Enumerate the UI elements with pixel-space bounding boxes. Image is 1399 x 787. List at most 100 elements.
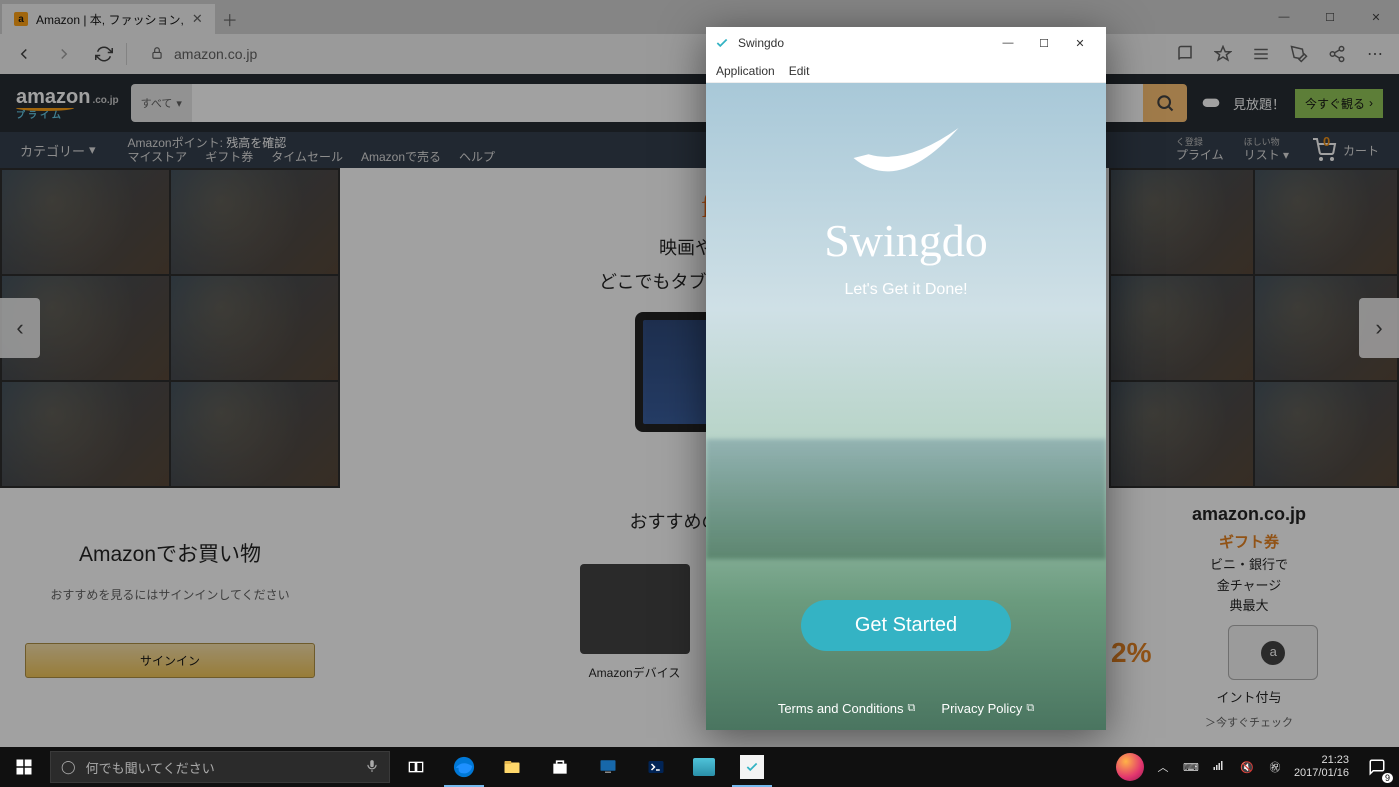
- nav-forward-button[interactable]: [46, 36, 82, 72]
- mic-icon[interactable]: [365, 759, 379, 776]
- subnav-gift[interactable]: ギフト券: [205, 150, 253, 164]
- new-tab-button[interactable]: ＋: [215, 4, 245, 34]
- menu-application[interactable]: Application: [716, 64, 775, 78]
- search-submit-button[interactable]: [1143, 84, 1187, 122]
- movie-tile[interactable]: [171, 276, 338, 380]
- cortana-icon: ◯: [61, 759, 76, 775]
- amazon-sub-nav: カテゴリー ▾ Amazonポイント: 残高を確認 マイストア ギフト券 タイム…: [0, 132, 1399, 168]
- subnav-sell[interactable]: Amazonで売る: [361, 150, 441, 164]
- external-link-icon: ⧉: [908, 702, 916, 715]
- edge-tab-strip: a Amazon | 本, ファッション, ✕ ＋ — ☐ ✕: [0, 0, 1399, 34]
- action-center-button[interactable]: 9: [1355, 747, 1399, 787]
- webnote-button[interactable]: [1281, 36, 1317, 72]
- terms-link[interactable]: Terms and Conditions ⧉: [778, 701, 916, 716]
- edge-minimize-button[interactable]: —: [1261, 0, 1307, 34]
- signin-title: Amazonでお買い物: [20, 538, 320, 568]
- swingdo-window: Swingdo — ☐ ✕ Application Edit Swingdo L…: [706, 27, 1106, 730]
- favorite-button[interactable]: [1205, 36, 1241, 72]
- lock-icon: [150, 46, 164, 63]
- category-thumb: [580, 564, 690, 654]
- movie-tile[interactable]: [171, 382, 338, 486]
- taskbar-explorer-icon[interactable]: [488, 747, 536, 787]
- amazon-promo: 見放題！ 今すぐ観る ›: [1199, 89, 1383, 118]
- taskbar-apps: [392, 747, 776, 787]
- notification-badge: 9: [1382, 773, 1393, 783]
- swingdo-titlebar[interactable]: Swingdo — ☐ ✕: [706, 27, 1106, 59]
- chevron-right-icon: ›: [1369, 96, 1373, 110]
- hero-tiles-right: [1109, 168, 1399, 488]
- search-category-dropdown[interactable]: すべて ▾: [131, 84, 192, 122]
- user-avatar-icon[interactable]: [1116, 753, 1144, 781]
- tray-clock[interactable]: 21:23 2017/01/16: [1294, 754, 1349, 779]
- more-button[interactable]: ⋯: [1357, 36, 1393, 72]
- points-check-link[interactable]: 残高を確認: [226, 136, 286, 150]
- movie-tile[interactable]: [2, 170, 169, 274]
- tab-title: Amazon | 本, ファッション,: [36, 11, 184, 28]
- taskbar-app1-icon[interactable]: [584, 747, 632, 787]
- movie-tile[interactable]: [1255, 170, 1397, 274]
- swingdo-tagline: Let's Get it Done!: [844, 281, 967, 299]
- movie-tile[interactable]: [2, 382, 169, 486]
- category-menu[interactable]: カテゴリー ▾: [20, 141, 96, 160]
- swingdo-minimize-button[interactable]: —: [990, 29, 1026, 57]
- edge-toolbar: amazon.co.jp ⋯: [0, 34, 1399, 74]
- category-item-devices[interactable]: Amazonデバイス: [580, 564, 690, 681]
- tab-close-icon[interactable]: ✕: [192, 11, 203, 27]
- movie-tile[interactable]: [1255, 382, 1397, 486]
- taskbar-app2-icon[interactable]: [680, 747, 728, 787]
- taskbar-store-icon[interactable]: [536, 747, 584, 787]
- swingdo-title: Swingdo: [738, 36, 784, 50]
- amazon-top-nav: amazon.co.jp プライム すべて ▾ 見放題！ 今すぐ観る ›: [0, 74, 1399, 132]
- chevron-down-icon: ▾: [176, 97, 182, 110]
- tray-chevron-icon[interactable]: ︿: [1154, 759, 1172, 775]
- promo-cta-button[interactable]: 今すぐ観る ›: [1295, 89, 1383, 118]
- hero-next-button[interactable]: ›: [1359, 298, 1399, 358]
- gift-check-link[interactable]: ＞今すぐチェック: [1205, 715, 1293, 733]
- subnav-help[interactable]: ヘルプ: [459, 150, 495, 164]
- movie-tile[interactable]: [171, 170, 338, 274]
- swingdo-close-button[interactable]: ✕: [1062, 29, 1098, 57]
- swingdo-maximize-button[interactable]: ☐: [1026, 29, 1062, 57]
- tray-network-icon[interactable]: [1210, 760, 1228, 775]
- swingdo-welcome: Swingdo Let's Get it Done! Get Started T…: [706, 83, 1106, 730]
- hero-tiles-left: [0, 168, 340, 488]
- amazon-logo[interactable]: amazon.co.jp プライム: [16, 87, 119, 120]
- subnav-mystore[interactable]: マイストア: [128, 150, 188, 164]
- get-started-button[interactable]: Get Started: [801, 600, 1011, 651]
- hub-button[interactable]: [1243, 36, 1279, 72]
- tray-keyboard-icon[interactable]: ⌨: [1182, 761, 1200, 774]
- hero-prev-button[interactable]: ‹: [0, 298, 40, 358]
- cortana-search[interactable]: ◯ 何でも聞いてください: [50, 751, 390, 783]
- nav-refresh-button[interactable]: [86, 36, 122, 72]
- reading-view-button[interactable]: [1167, 36, 1203, 72]
- taskbar-powershell-icon[interactable]: [632, 747, 680, 787]
- cart-button[interactable]: 0 カート: [1309, 138, 1379, 162]
- edge-maximize-button[interactable]: ☐: [1307, 0, 1353, 34]
- amazon-below-fold: Amazonでお買い物 おすすめを見るにはサインインしてください サインイン お…: [0, 488, 1399, 747]
- menu-edit[interactable]: Edit: [789, 64, 810, 78]
- taskbar-edge-icon[interactable]: [440, 747, 488, 787]
- taskbar-swingdo-icon[interactable]: [728, 747, 776, 787]
- movie-tile[interactable]: [1111, 276, 1253, 380]
- movie-tile[interactable]: [1111, 382, 1253, 486]
- edge-close-button[interactable]: ✕: [1353, 0, 1399, 34]
- system-tray: ︿ ⌨ 🔇 ㊗ 21:23 2017/01/16: [1116, 747, 1355, 787]
- gift-card-ad[interactable]: amazon.co.jp ギフト券 ビニ・銀行で 金チャージ 典最大 2% a …: [1099, 488, 1399, 747]
- task-view-button[interactable]: [392, 747, 440, 787]
- movie-tile[interactable]: [1111, 170, 1253, 274]
- browser-tab-amazon[interactable]: a Amazon | 本, ファッション, ✕: [2, 4, 215, 34]
- start-button[interactable]: [0, 747, 48, 787]
- external-link-icon: ⧉: [1026, 702, 1034, 715]
- nav-back-button[interactable]: [6, 36, 42, 72]
- subnav-wishlist[interactable]: ほしい物リスト ▾: [1244, 137, 1289, 162]
- windows-taskbar: ◯ 何でも聞いてください ︿ ⌨ 🔇 ㊗ 21:23 2017/01/16 9: [0, 747, 1399, 787]
- address-text: amazon.co.jp: [174, 46, 257, 62]
- swingdo-footer-links: Terms and Conditions ⧉ Privacy Policy ⧉: [778, 701, 1034, 716]
- subnav-prime-signup[interactable]: く登録プライム: [1176, 137, 1224, 162]
- tray-volume-icon[interactable]: 🔇: [1238, 761, 1256, 774]
- signin-button[interactable]: サインイン: [25, 643, 315, 678]
- tray-ime-icon[interactable]: ㊗: [1266, 759, 1284, 775]
- subnav-timesale[interactable]: タイムセール: [271, 150, 343, 164]
- share-button[interactable]: [1319, 36, 1355, 72]
- privacy-link[interactable]: Privacy Policy ⧉: [941, 701, 1034, 716]
